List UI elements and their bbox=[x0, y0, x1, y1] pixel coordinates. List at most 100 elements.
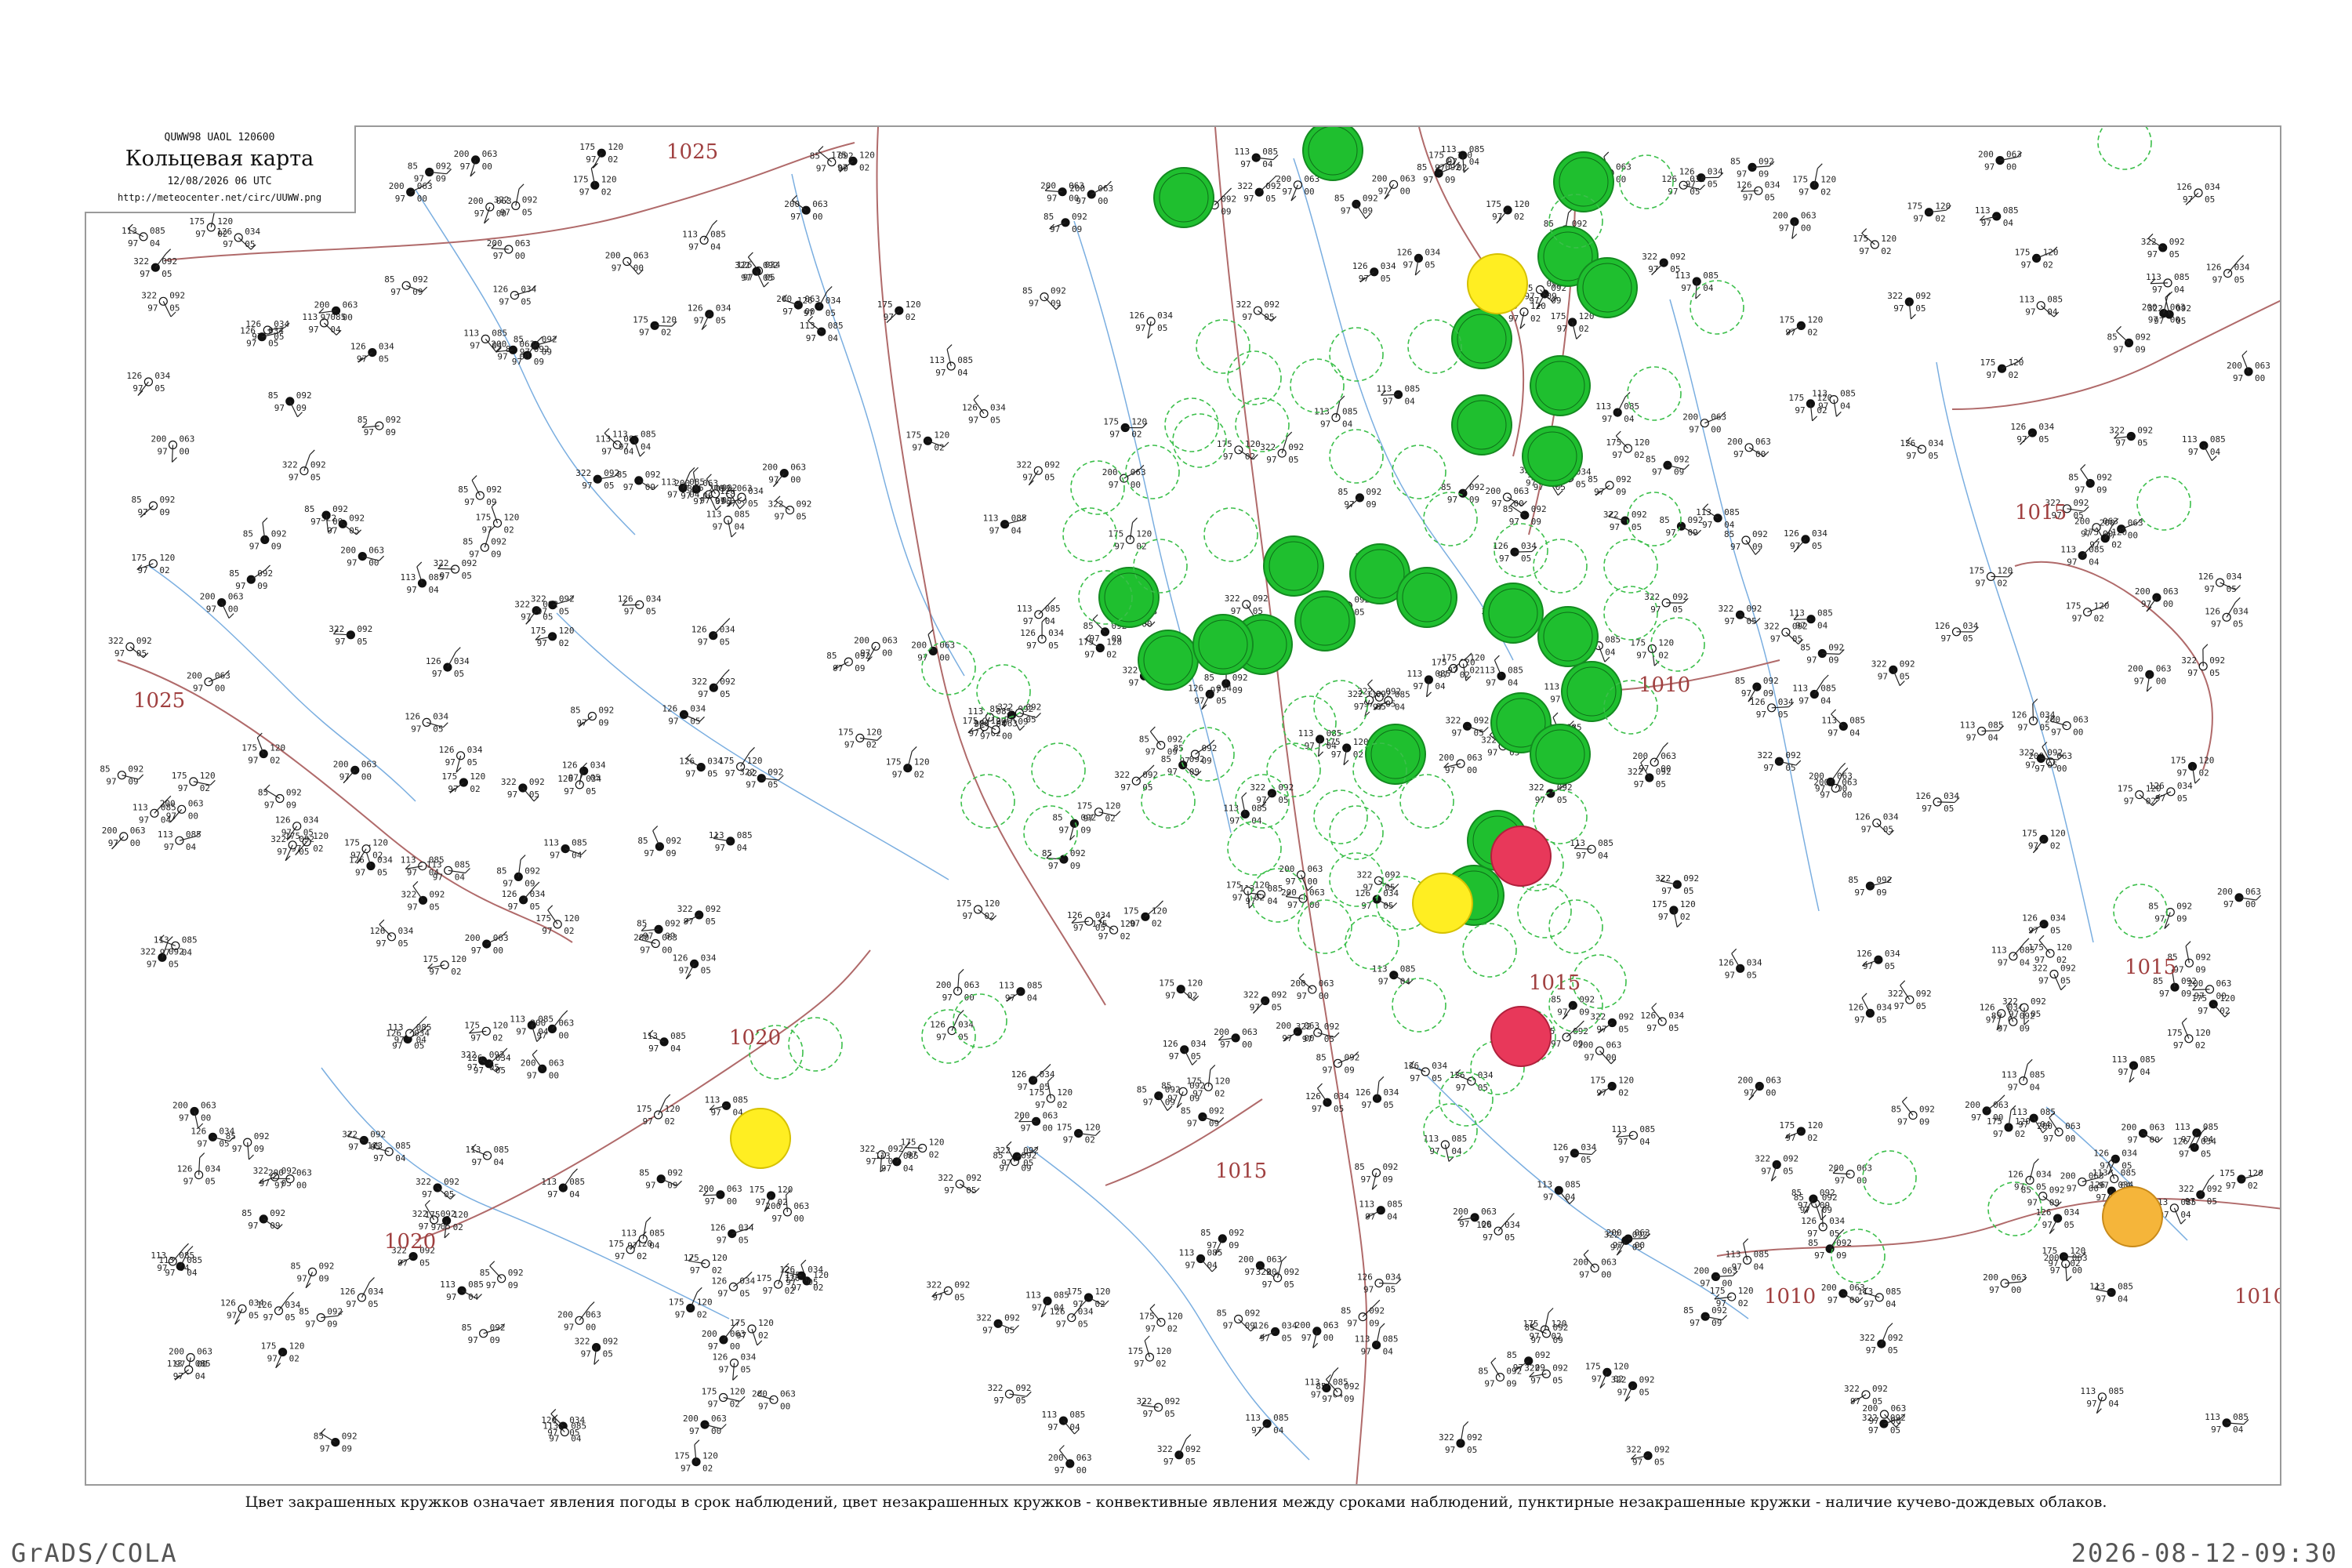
svg-text:092: 092 bbox=[1670, 252, 1686, 262]
svg-text:092: 092 bbox=[310, 460, 326, 470]
cb-cloud-circle bbox=[1227, 821, 1282, 876]
svg-text:85: 85 bbox=[1355, 1162, 1365, 1172]
svg-text:120: 120 bbox=[313, 831, 328, 841]
svg-text:063: 063 bbox=[2011, 1272, 2027, 1283]
station-plot: 1269703405 bbox=[1784, 528, 1828, 553]
svg-text:085: 085 bbox=[1703, 270, 1719, 281]
svg-text:97: 97 bbox=[516, 1027, 526, 1037]
svg-text:175: 175 bbox=[1779, 1120, 1795, 1131]
svg-text:85: 85 bbox=[617, 470, 627, 480]
svg-text:113: 113 bbox=[463, 328, 479, 338]
station-plot: 3229709205 bbox=[1114, 764, 1158, 793]
svg-text:97: 97 bbox=[581, 1349, 591, 1359]
cb-cloud-circle bbox=[1329, 805, 1384, 860]
svg-text:97: 97 bbox=[2211, 619, 2221, 629]
svg-text:97: 97 bbox=[2114, 344, 2124, 354]
svg-text:00: 00 bbox=[493, 946, 503, 956]
svg-text:97: 97 bbox=[1864, 1299, 1874, 1309]
svg-text:175: 175 bbox=[2015, 247, 2031, 257]
isobar-line bbox=[117, 659, 573, 943]
svg-text:034: 034 bbox=[748, 486, 764, 496]
svg-text:092: 092 bbox=[2031, 996, 2046, 1007]
svg-text:120: 120 bbox=[758, 1318, 774, 1328]
svg-text:97: 97 bbox=[1076, 196, 1086, 206]
svg-text:02: 02 bbox=[702, 1464, 713, 1474]
svg-text:200: 200 bbox=[1737, 1076, 1753, 1086]
weather-circle-filled bbox=[1365, 724, 1426, 785]
svg-text:97: 97 bbox=[493, 251, 503, 261]
svg-text:97: 97 bbox=[627, 1240, 637, 1250]
svg-text:04: 04 bbox=[1387, 1212, 1398, 1222]
svg-text:092: 092 bbox=[430, 889, 445, 899]
station-plot: 1269703405 bbox=[339, 1276, 384, 1309]
svg-text:063: 063 bbox=[1801, 211, 1817, 221]
svg-text:02: 02 bbox=[1579, 324, 1589, 334]
svg-text:092: 092 bbox=[1916, 989, 1932, 999]
svg-text:97: 97 bbox=[1798, 696, 1809, 706]
svg-text:322: 322 bbox=[677, 904, 693, 914]
svg-text:120: 120 bbox=[217, 216, 233, 227]
svg-text:200: 200 bbox=[2217, 887, 2233, 897]
svg-text:00: 00 bbox=[1323, 1333, 1334, 1343]
svg-text:97: 97 bbox=[2233, 373, 2243, 383]
station-plot: 1759712002 bbox=[573, 163, 617, 197]
svg-text:02: 02 bbox=[2070, 1258, 2080, 1269]
station-plot: 1139708504 bbox=[983, 514, 1027, 536]
station-plot: 1269703405 bbox=[2036, 1207, 2080, 1234]
station-plot: 3229709205 bbox=[108, 636, 152, 659]
svg-text:092: 092 bbox=[1654, 1445, 1670, 1455]
svg-text:092: 092 bbox=[966, 1173, 982, 1183]
svg-text:02: 02 bbox=[1530, 314, 1541, 324]
svg-text:322: 322 bbox=[140, 946, 156, 956]
svg-text:97: 97 bbox=[1878, 671, 1888, 681]
svg-text:00: 00 bbox=[1722, 1278, 1732, 1288]
svg-text:092: 092 bbox=[370, 1130, 386, 1140]
svg-text:97: 97 bbox=[164, 842, 174, 852]
svg-text:04: 04 bbox=[1639, 1137, 1650, 1147]
svg-text:085: 085 bbox=[2233, 1412, 2249, 1422]
svg-text:200: 200 bbox=[1773, 211, 1788, 221]
svg-text:322: 322 bbox=[860, 1144, 876, 1154]
svg-text:97: 97 bbox=[1187, 1119, 1197, 1129]
svg-text:97: 97 bbox=[289, 473, 299, 483]
station-plot: 1139708504 bbox=[1372, 964, 1416, 987]
svg-text:092: 092 bbox=[1552, 1363, 1568, 1373]
svg-text:092: 092 bbox=[2047, 747, 2063, 757]
svg-text:02: 02 bbox=[697, 1310, 707, 1320]
svg-text:200: 200 bbox=[699, 1184, 714, 1194]
svg-text:175: 175 bbox=[1186, 1076, 1202, 1086]
svg-text:126: 126 bbox=[1357, 1272, 1373, 1283]
svg-text:113: 113 bbox=[543, 1421, 558, 1432]
station-plot: 3229709205 bbox=[1260, 431, 1304, 465]
cb-cloud-circle bbox=[1603, 539, 1658, 593]
svg-text:092: 092 bbox=[357, 624, 372, 634]
svg-text:200: 200 bbox=[776, 294, 792, 304]
station-plot: 1139708504 bbox=[1179, 1248, 1222, 1272]
svg-text:97: 97 bbox=[1029, 299, 1039, 309]
station-plot: 3229709205 bbox=[1356, 869, 1400, 892]
svg-text:97: 97 bbox=[355, 868, 365, 878]
svg-text:02: 02 bbox=[1245, 452, 1255, 462]
svg-text:175: 175 bbox=[1853, 234, 1868, 244]
svg-text:085: 085 bbox=[1405, 383, 1421, 394]
svg-text:034: 034 bbox=[1157, 310, 1173, 321]
svg-text:02: 02 bbox=[372, 851, 383, 861]
svg-text:063: 063 bbox=[482, 149, 498, 159]
svg-text:322: 322 bbox=[1603, 510, 1619, 520]
weather-circle-filled bbox=[1522, 426, 1583, 487]
svg-text:322: 322 bbox=[133, 256, 149, 267]
svg-text:092: 092 bbox=[169, 946, 184, 956]
svg-text:175: 175 bbox=[608, 1239, 624, 1249]
svg-text:092: 092 bbox=[1288, 442, 1304, 452]
svg-text:97: 97 bbox=[912, 442, 922, 452]
station-plot: 3229709205 bbox=[401, 880, 445, 912]
station-plot: 1759712002 bbox=[1969, 565, 2013, 588]
station-plot: 3229709205 bbox=[677, 904, 721, 927]
station-plot: 1269703405 bbox=[679, 753, 723, 779]
svg-text:02: 02 bbox=[559, 638, 569, 648]
svg-text:97: 97 bbox=[2067, 557, 2077, 568]
svg-text:113: 113 bbox=[1975, 205, 1991, 216]
station-plot: 3229709205 bbox=[1644, 592, 1689, 615]
svg-text:97: 97 bbox=[1854, 887, 1864, 898]
svg-text:120: 120 bbox=[159, 553, 175, 563]
